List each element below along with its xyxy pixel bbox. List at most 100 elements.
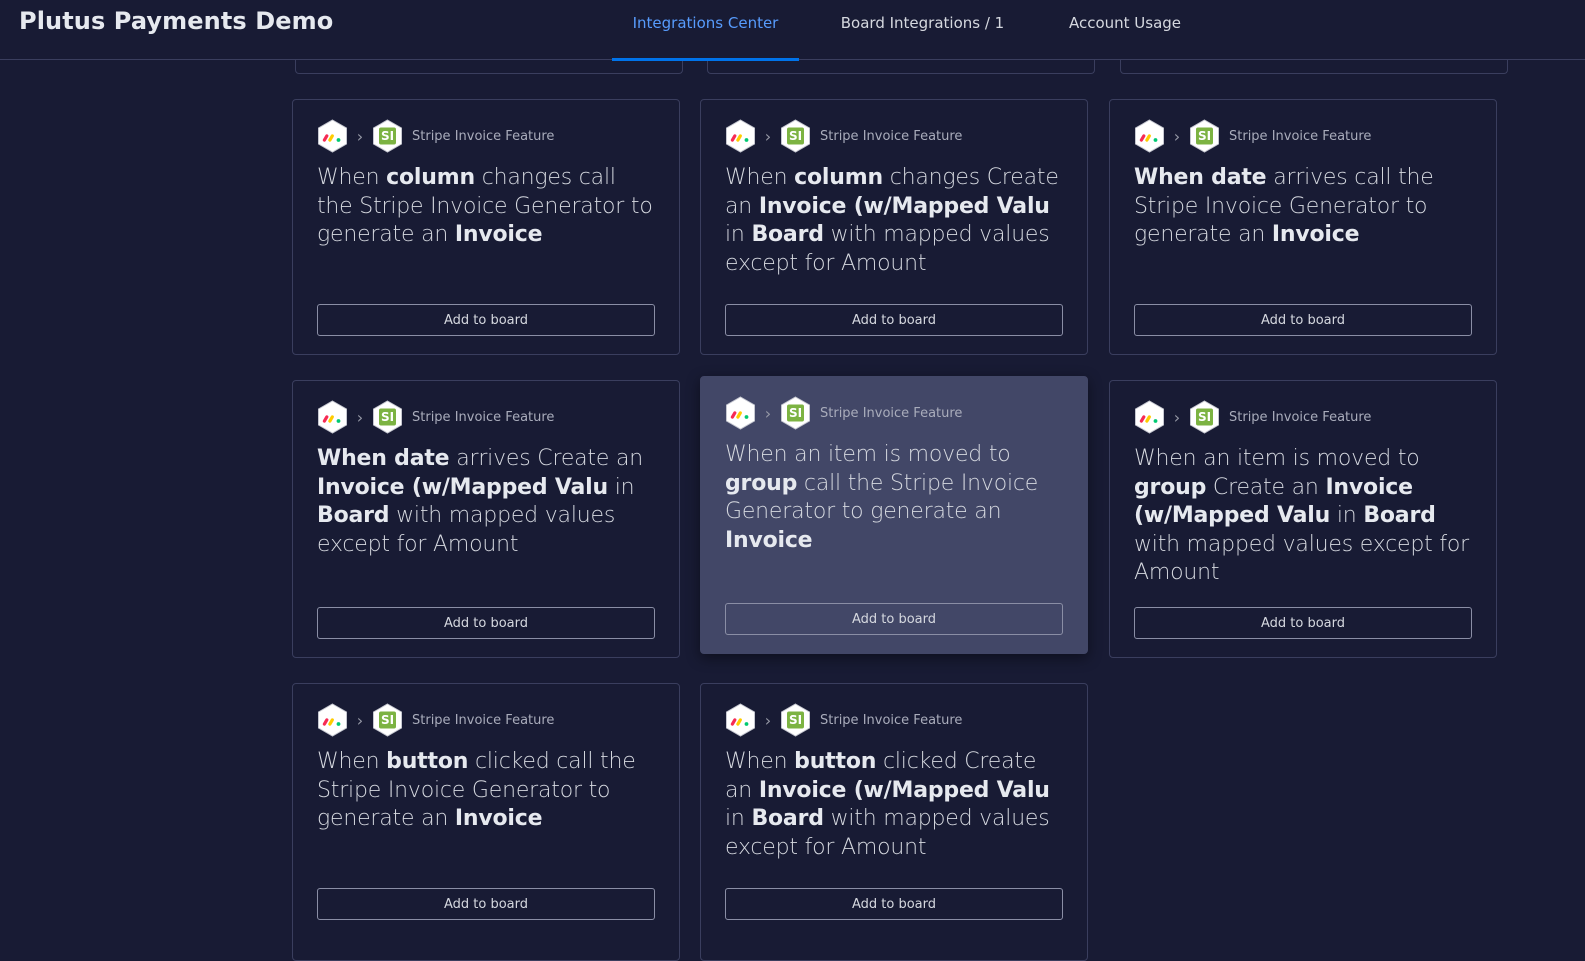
monday-logo-icon	[1134, 400, 1165, 434]
stripe-invoice-si-icon: SI	[780, 119, 811, 153]
stripe-invoice-si-icon: SI	[780, 703, 811, 737]
integration-recipe-card[interactable]: › SI Stripe Invoice Feature When an item…	[1109, 380, 1497, 658]
sentence-keyword: date	[1211, 165, 1267, 190]
add-to-board-button[interactable]: Add to board	[317, 607, 655, 639]
feature-label: Stripe Invoice Feature	[1229, 128, 1372, 144]
card-header: › SI Stripe Invoice Feature	[725, 118, 1063, 154]
tab-integrations-center[interactable]: Integrations Center	[612, 0, 799, 61]
sentence-keyword: column	[794, 165, 883, 190]
sentence-text: Create an	[1206, 474, 1326, 500]
sentence-keyword: Invoice	[454, 222, 543, 247]
si-icon-text: SI	[1197, 129, 1212, 143]
chevron-right-icon: ›	[356, 407, 364, 427]
top-header: Plutus Payments Demo Integrations Center…	[0, 0, 1585, 61]
sentence-text: When an item is moved to	[725, 442, 1011, 467]
sentence-text: with mapped values except for Amount	[1134, 531, 1469, 586]
feature-label: Stripe Invoice Feature	[820, 128, 963, 144]
integration-recipe-card[interactable]: › SI Stripe Invoice Feature When button …	[700, 683, 1088, 961]
chevron-right-icon: ›	[764, 403, 772, 423]
recipe-sentence: When column changes Create an Invoice (w…	[725, 164, 1063, 278]
chevron-right-icon: ›	[764, 710, 772, 730]
chevron-right-icon: ›	[1173, 126, 1181, 146]
recipe-sentence: When button clicked Create an Invoice (w…	[725, 748, 1063, 862]
sentence-text: When	[317, 165, 387, 190]
integration-recipe-card[interactable]: › SI Stripe Invoice Feature When button …	[292, 683, 680, 961]
partial-card	[295, 60, 683, 74]
monday-logo-icon	[725, 119, 756, 153]
recipe-sentence: When date arrives call the Stripe Invoic…	[1134, 164, 1472, 250]
sentence-keyword: column	[386, 165, 475, 190]
si-icon-text: SI	[380, 129, 395, 143]
main-tabs: Integrations Center Board Integrations /…	[612, 0, 1204, 61]
sentence-text: in	[1330, 503, 1364, 528]
recipe-sentence: When date arrives Create an Invoice (w/M…	[317, 445, 655, 559]
sentence-keyword: Invoice (w/Mapped Valu	[758, 193, 1050, 219]
sentence-text: When	[725, 165, 795, 190]
feature-label: Stripe Invoice Feature	[412, 409, 555, 425]
sentence-text: When	[725, 749, 795, 774]
si-icon-text: SI	[380, 410, 395, 424]
integration-recipe-card[interactable]: › SI Stripe Invoice Feature When column …	[700, 99, 1088, 355]
sentence-text: in	[607, 474, 635, 500]
chevron-right-icon: ›	[764, 126, 772, 146]
sentence-keyword: Invoice	[454, 806, 543, 831]
card-header: › SI Stripe Invoice Feature	[725, 395, 1063, 431]
recipe-sentence: When button clicked call the Stripe Invo…	[317, 748, 655, 834]
monday-logo-icon	[317, 400, 348, 434]
sentence-text: in	[725, 222, 752, 247]
si-icon-text: SI	[788, 406, 803, 420]
add-to-board-button[interactable]: Add to board	[725, 304, 1063, 336]
feature-label: Stripe Invoice Feature	[412, 712, 555, 728]
recipe-sentence: When an item is moved to group Create an…	[1134, 445, 1472, 588]
tab-account-usage[interactable]: Account Usage	[1046, 0, 1204, 60]
sentence-keyword: Invoice (w/Mapped Valu	[317, 474, 608, 500]
sentence-keyword: button	[386, 749, 469, 774]
feature-label: Stripe Invoice Feature	[1229, 409, 1372, 425]
stripe-invoice-si-icon: SI	[372, 703, 403, 737]
partial-card	[1120, 60, 1508, 74]
feature-label: Stripe Invoice Feature	[820, 712, 963, 728]
stripe-invoice-si-icon: SI	[1189, 119, 1220, 153]
add-to-board-button[interactable]: Add to board	[317, 304, 655, 336]
add-to-board-button[interactable]: Add to board	[1134, 304, 1472, 336]
sentence-keyword: When	[317, 446, 395, 471]
integration-recipe-card[interactable]: › SI Stripe Invoice Feature When column …	[292, 99, 680, 355]
sentence-text: arrives Create an	[449, 446, 644, 471]
card-header: › SI Stripe Invoice Feature	[1134, 399, 1472, 435]
card-header: › SI Stripe Invoice Feature	[317, 399, 655, 435]
monday-logo-icon	[725, 703, 756, 737]
card-header: › SI Stripe Invoice Feature	[725, 702, 1063, 738]
stripe-invoice-si-icon: SI	[1189, 400, 1220, 434]
si-icon-text: SI	[1197, 410, 1212, 424]
monday-logo-icon	[725, 396, 756, 430]
recipe-sentence: When column changes call the Stripe Invo…	[317, 164, 655, 250]
app-title: Plutus Payments Demo	[19, 7, 334, 35]
feature-label: Stripe Invoice Feature	[412, 128, 555, 144]
card-header: › SI Stripe Invoice Feature	[1134, 118, 1472, 154]
integration-recipe-card[interactable]: › SI Stripe Invoice Feature When an item…	[700, 376, 1088, 654]
si-icon-text: SI	[380, 713, 395, 727]
sentence-text: in	[725, 806, 752, 831]
sentence-keyword: Board	[1363, 503, 1436, 528]
sentence-keyword: Board	[751, 806, 824, 831]
add-to-board-button[interactable]: Add to board	[725, 603, 1063, 635]
add-to-board-button[interactable]: Add to board	[725, 888, 1063, 920]
add-to-board-button[interactable]: Add to board	[317, 888, 655, 920]
monday-logo-icon	[317, 119, 348, 153]
stripe-invoice-si-icon: SI	[372, 119, 403, 153]
integration-recipe-card[interactable]: › SI Stripe Invoice Feature When date ar…	[292, 380, 680, 658]
chevron-right-icon: ›	[1173, 407, 1181, 427]
card-header: › SI Stripe Invoice Feature	[317, 702, 655, 738]
sentence-text: When	[317, 749, 387, 774]
recipe-sentence: When an item is moved to group call the …	[725, 441, 1063, 555]
sentence-keyword: Invoice	[1271, 222, 1360, 247]
sentence-keyword: Board	[751, 222, 824, 247]
sentence-text: When an item is moved to	[1134, 446, 1420, 471]
partial-card	[707, 60, 1095, 74]
add-to-board-button[interactable]: Add to board	[1134, 607, 1472, 639]
tab-board-integrations[interactable]: Board Integrations / 1	[799, 0, 1046, 60]
si-icon-text: SI	[788, 713, 803, 727]
si-icon-text: SI	[788, 129, 803, 143]
integration-recipe-card[interactable]: › SI Stripe Invoice Feature When date ar…	[1109, 99, 1497, 355]
monday-logo-icon	[317, 703, 348, 737]
